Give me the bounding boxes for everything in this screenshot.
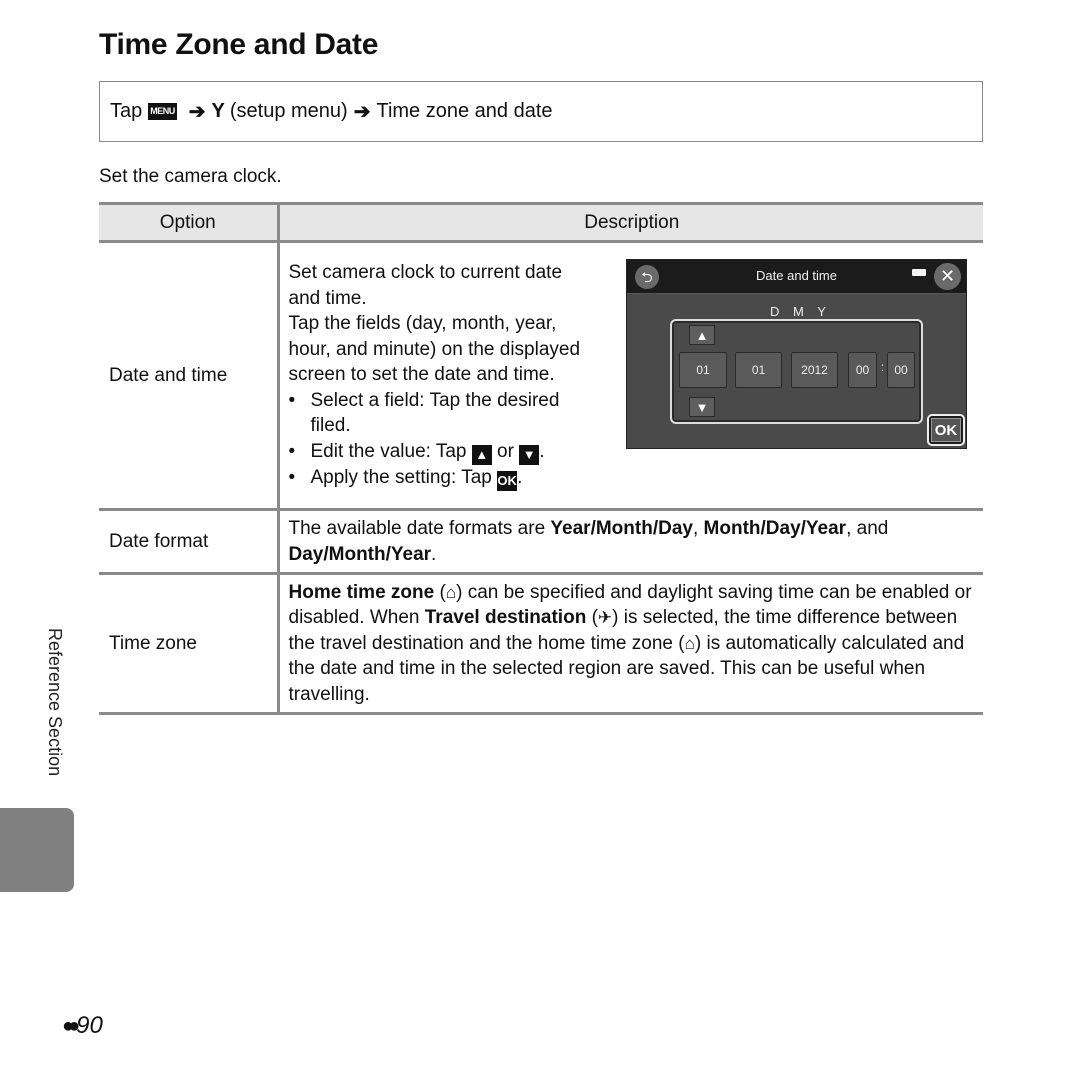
up-arrow-icon: ▲: [471, 444, 492, 465]
up-arrow-button[interactable]: ▲: [689, 325, 715, 345]
table-row: Time zone Home time zone (⌂) can be spec…: [99, 573, 983, 715]
bullet-icon: •: [288, 440, 296, 462]
camera-screen-header: ⮌ Date and time ✕: [627, 260, 966, 294]
year-field[interactable]: 2012: [791, 352, 838, 388]
bullet-icon: •: [288, 389, 296, 411]
section-label: Reference Section: [45, 628, 65, 777]
bullet-item: • Select a field: Tap the desired filed.: [289, 388, 589, 439]
battery-icon: [912, 269, 926, 276]
menu-path: Tap MENU ➔ Y (setup menu) ➔ Time zone an…: [99, 81, 983, 142]
option-cell: Time zone: [99, 573, 280, 715]
section-tab: [0, 808, 74, 892]
description-cell: The available date formats are Year/Mont…: [278, 509, 983, 575]
bullet-text-part: .: [517, 466, 523, 488]
month-field[interactable]: 01: [735, 352, 782, 388]
day-field[interactable]: 01: [679, 352, 727, 388]
header-description: Description: [278, 202, 983, 243]
page-number: ●● 90: [62, 1012, 103, 1040]
wrench-icon: Y: [211, 100, 225, 122]
format-dmy: Day/Month/Year: [288, 543, 432, 565]
intro-text: Set the camera clock.: [99, 166, 282, 187]
home-time-zone-label: Home time zone: [288, 581, 435, 603]
airplane-icon: ✈: [597, 608, 613, 628]
ok-button[interactable]: OK: [927, 414, 965, 446]
ok-button-label: OK: [931, 418, 961, 442]
bullet-text-part: or: [497, 440, 514, 462]
arrow-right-icon: ➔: [353, 101, 371, 123]
setup-menu-label: (setup menu): [229, 100, 348, 122]
description-text: ,: [692, 518, 699, 539]
bullet-text: Edit the value: Tap ▲ or ▼.: [311, 439, 545, 465]
bullet-text: Apply the setting: Tap OK.: [310, 465, 523, 491]
page-number-value: 90: [76, 1012, 103, 1039]
time-separator: :: [880, 360, 885, 374]
home-icon: ⌂: [445, 582, 457, 602]
arrow-right-icon: ➔: [188, 101, 206, 123]
menu-button-icon: MENU: [148, 103, 177, 120]
hour-field[interactable]: 00: [848, 352, 877, 388]
table-header-row: Option Description: [99, 202, 983, 243]
description-cell: Home time zone (⌂) can be specified and …: [278, 573, 983, 715]
menu-target-label: Time zone and date: [376, 100, 553, 122]
bullet-item: • Apply the setting: Tap OK.: [289, 465, 976, 491]
down-arrow-icon: ▼: [519, 444, 540, 465]
header-option: Option: [99, 202, 280, 243]
page-title: Time Zone and Date: [99, 28, 379, 61]
option-cell: Date format: [99, 509, 280, 575]
ok-icon: OK: [497, 470, 518, 491]
date-order-label: D M Y: [770, 304, 831, 319]
bullet-text-part: .: [539, 440, 545, 462]
description-line: Tap the fields (day, month, year, hour, …: [288, 313, 581, 386]
binoculars-icon: ●●: [62, 1014, 80, 1037]
tap-label: Tap: [110, 100, 143, 122]
home-icon: ⌂: [684, 633, 695, 653]
format-mdy: Month/Day/Year: [703, 518, 847, 539]
bullet-text-part: Edit the value: Tap: [310, 440, 467, 462]
description-text: The available date formats are: [288, 518, 546, 539]
description-text: .: [431, 543, 437, 565]
table-row: Date format The available date formats a…: [99, 509, 983, 575]
down-arrow-button[interactable]: ▼: [689, 397, 715, 417]
travel-destination-label: Travel destination: [424, 607, 587, 629]
description-line: Set camera clock to current date and tim…: [288, 262, 563, 309]
option-cell: Date and time: [99, 241, 280, 511]
bullet-text-part: Apply the setting: Tap: [310, 466, 492, 488]
close-icon[interactable]: ✕: [934, 263, 961, 290]
format-ymd: Year/Month/Day: [550, 518, 693, 539]
minute-field[interactable]: 00: [887, 352, 915, 388]
description-text: , and: [846, 518, 889, 539]
bullet-icon: •: [288, 466, 296, 488]
bullet-text: Select a field: Tap the desired filed.: [310, 389, 560, 437]
camera-screen-illustration: ⮌ Date and time ✕ D M Y ▲ 01 01 2012 00 …: [626, 259, 967, 449]
